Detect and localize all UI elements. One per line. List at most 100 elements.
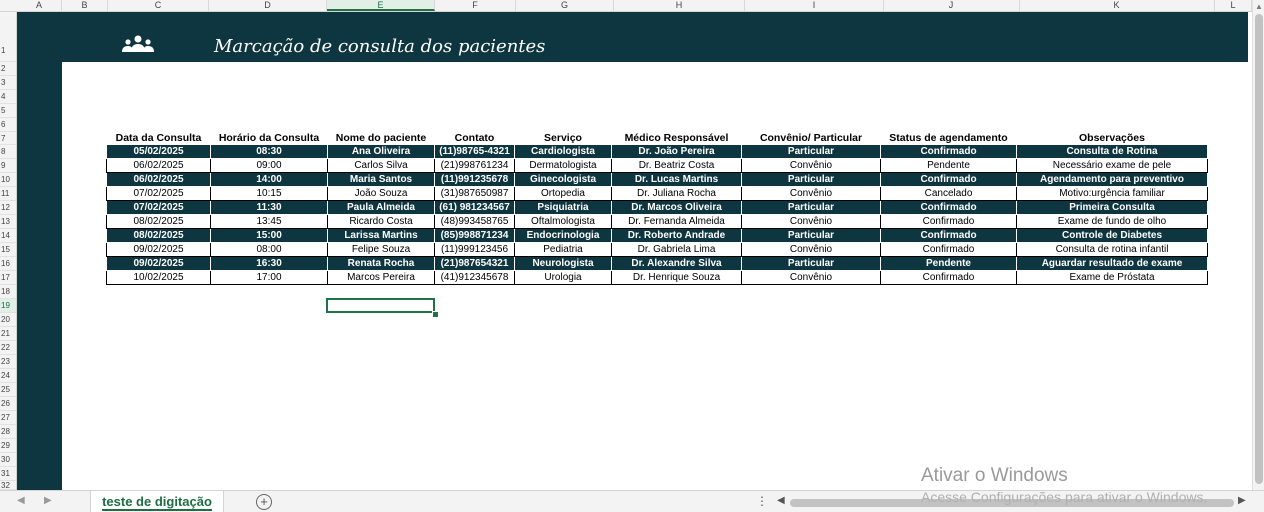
table-cell[interactable]: Felipe Souza [327, 242, 435, 257]
table-cell[interactable]: Dr. João Pereira [611, 144, 742, 159]
table-cell[interactable]: Marcos Pereira [327, 270, 435, 285]
table-cell[interactable]: Cardiologista [514, 144, 612, 159]
row-header-9[interactable]: 9 [0, 159, 16, 173]
table-cell[interactable]: 07/02/2025 [106, 186, 211, 201]
column-header-l[interactable]: L [1215, 0, 1252, 11]
table-cell[interactable]: Ortopedia [514, 186, 612, 201]
table-cell[interactable]: Controle de Diabetes [1016, 228, 1208, 243]
row-header-20[interactable]: 20 [0, 313, 16, 327]
row-header-22[interactable]: 22 [0, 341, 16, 355]
table-cell[interactable]: Confirmado [880, 270, 1017, 285]
table-cell[interactable]: Maria Santos [327, 172, 435, 187]
table-cell[interactable]: Ginecologista [514, 172, 612, 187]
table-cell[interactable]: Exame de fundo de olho [1016, 214, 1208, 229]
table-cell[interactable]: Dr. Lucas Martins [611, 172, 742, 187]
next-sheet-icon[interactable]: ▶ [44, 495, 52, 506]
table-cell[interactable]: Consulta de rotina infantil [1016, 242, 1208, 257]
table-cell[interactable]: Ana Oliveira [327, 144, 435, 159]
table-cell[interactable]: (21)998761234 [434, 158, 515, 173]
table-cell[interactable]: Convênio [741, 158, 881, 173]
table-cell[interactable]: Dr. Fernanda Almeida [611, 214, 742, 229]
row-header-28[interactable]: 28 [0, 425, 16, 439]
row-header-2[interactable]: 2 [0, 62, 16, 76]
row-header-25[interactable]: 25 [0, 383, 16, 397]
column-header-b[interactable]: B [62, 0, 108, 11]
table-cell[interactable]: Confirmado [880, 228, 1017, 243]
table-cell[interactable]: Confirmado [880, 144, 1017, 159]
table-cell[interactable]: Particular [741, 200, 881, 215]
table-cell[interactable]: Convênio [741, 242, 881, 257]
table-cell[interactable]: (11)999123456 [434, 242, 515, 257]
column-header-h[interactable]: H [614, 0, 745, 11]
table-cell[interactable]: Larissa Martins [327, 228, 435, 243]
row-header-13[interactable]: 13 [0, 215, 16, 229]
column-header-i[interactable]: I [745, 0, 884, 11]
row-header-8[interactable]: 8 [0, 145, 16, 159]
table-cell[interactable]: (11)98765-4321 [434, 144, 515, 159]
table-cell[interactable]: 11:30 [210, 200, 328, 215]
table-cell[interactable]: Exame de Próstata [1016, 270, 1208, 285]
table-cell[interactable]: Psiquiatria [514, 200, 612, 215]
table-cell[interactable]: 06/02/2025 [106, 172, 211, 187]
table-cell[interactable]: Particular [741, 256, 881, 271]
table-cell[interactable]: Particular [741, 228, 881, 243]
column-header-j[interactable]: J [883, 0, 1020, 11]
column-header-d[interactable]: D [209, 0, 327, 11]
table-cell[interactable]: Endocrinologia [514, 228, 612, 243]
table-cell[interactable]: (48)993458765 [434, 214, 515, 229]
table-cell[interactable]: Aguardar resultado de exame [1016, 256, 1208, 271]
table-cell[interactable]: Confirmado [880, 172, 1017, 187]
selected-cell[interactable] [326, 298, 435, 313]
row-header-32[interactable]: 32 [0, 481, 16, 490]
table-cell[interactable]: 15:00 [210, 228, 328, 243]
table-cell[interactable]: Renata Rocha [327, 256, 435, 271]
row-header-21[interactable]: 21 [0, 327, 16, 341]
table-cell[interactable]: Oftalmologista [514, 214, 612, 229]
sheet-tab-active[interactable]: teste de digitação [90, 491, 224, 512]
row-header-27[interactable]: 27 [0, 411, 16, 425]
row-header-17[interactable]: 17 [0, 271, 16, 285]
table-cell[interactable]: Paula Almeida [327, 200, 435, 215]
table-cell[interactable]: Particular [741, 172, 881, 187]
table-cell[interactable]: Dr. Roberto Andrade [611, 228, 742, 243]
row-header-29[interactable]: 29 [0, 439, 16, 453]
column-header-a[interactable]: A [17, 0, 62, 11]
vertical-scrollbar[interactable]: ▲ [1252, 0, 1264, 490]
table-cell[interactable]: 06/02/2025 [106, 158, 211, 173]
table-cell[interactable]: Consulta de Rotina [1016, 144, 1208, 159]
table-cell[interactable]: 08/02/2025 [106, 228, 211, 243]
table-cell[interactable]: 17:00 [210, 270, 328, 285]
table-cell[interactable]: 08/02/2025 [106, 214, 211, 229]
row-header-26[interactable]: 26 [0, 397, 16, 411]
fill-handle[interactable] [432, 311, 439, 318]
scroll-left-icon[interactable]: ◀ [777, 495, 785, 506]
column-header-g[interactable]: G [516, 0, 614, 11]
column-header-c[interactable]: C [108, 0, 209, 11]
table-cell[interactable]: 09/02/2025 [106, 256, 211, 271]
row-header-18[interactable]: 18 [0, 285, 16, 299]
row-header-14[interactable]: 14 [0, 229, 16, 243]
column-header-k[interactable]: K [1019, 0, 1215, 11]
table-cell[interactable]: 10:15 [210, 186, 328, 201]
table-cell[interactable]: Confirmado [880, 214, 1017, 229]
row-header-1[interactable]: 1 [0, 12, 16, 62]
table-cell[interactable]: Necessário exame de pele [1016, 158, 1208, 173]
more-options-icon[interactable]: ⋮ [756, 494, 768, 508]
row-header-16[interactable]: 16 [0, 257, 16, 271]
table-cell[interactable]: Convênio [741, 214, 881, 229]
table-cell[interactable]: Confirmado [880, 200, 1017, 215]
table-cell[interactable]: (31)987650987 [434, 186, 515, 201]
row-header-15[interactable]: 15 [0, 243, 16, 257]
table-cell[interactable]: Particular [741, 144, 881, 159]
table-cell[interactable]: Pendente [880, 256, 1017, 271]
scroll-up-icon[interactable]: ▲ [1255, 2, 1263, 11]
table-cell[interactable]: Dr. Alexandre Silva [611, 256, 742, 271]
prev-sheet-icon[interactable]: ◀ [17, 495, 25, 506]
table-cell[interactable]: Dr. Gabriela Lima [611, 242, 742, 257]
table-cell[interactable]: Cancelado [880, 186, 1017, 201]
row-header-30[interactable]: 30 [0, 453, 16, 467]
table-cell[interactable]: Pendente [880, 158, 1017, 173]
table-cell[interactable]: Dr. Juliana Rocha [611, 186, 742, 201]
row-header-7[interactable]: 7 [0, 132, 16, 145]
table-cell[interactable]: 14:00 [210, 172, 328, 187]
